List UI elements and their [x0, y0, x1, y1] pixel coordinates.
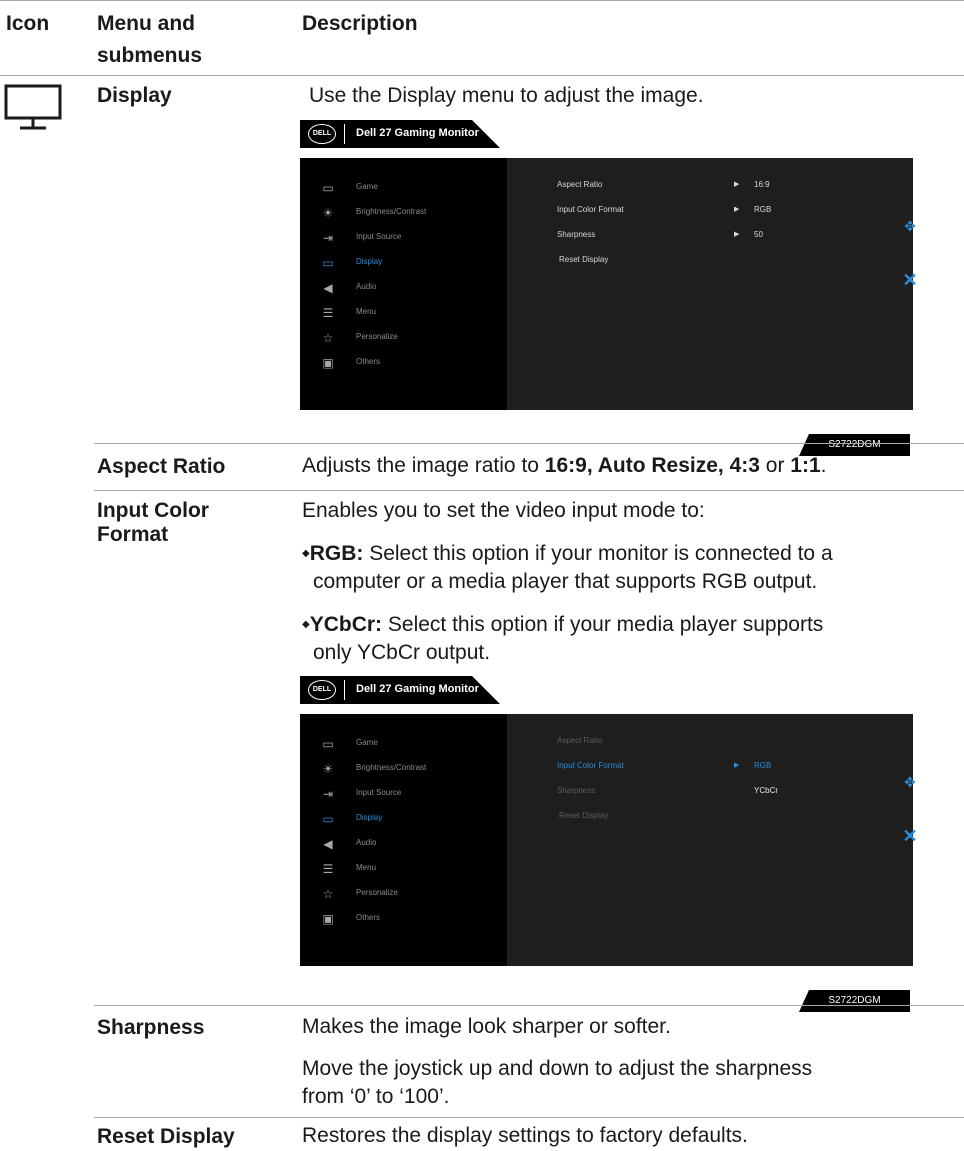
- input-source-icon: ⇥: [322, 787, 334, 801]
- header-description: Description: [302, 12, 418, 35]
- icf-bullet-rgb-cont: computer or a media player that supports…: [313, 570, 818, 593]
- osd-title: Dell 27 Gaming Monitor: [356, 683, 479, 695]
- osd-nav-brightness: ☀ Brightness/Contrast: [300, 205, 500, 223]
- osd-nav-game: ▭ Game: [300, 736, 500, 754]
- dell-logo: DELL: [308, 680, 336, 700]
- display-icon: ▭: [322, 812, 334, 826]
- osd-screenshot-display: DELL Dell 27 Gaming Monitor ▭ Game ☀ Brigh…: [300, 120, 921, 456]
- header-menu-line1: Menu and: [97, 12, 195, 35]
- osd-option-sharpness: Sharpness YCbCr: [557, 786, 779, 795]
- audio-icon: ◀: [323, 281, 333, 295]
- input-source-icon: ⇥: [322, 231, 334, 245]
- menu-input-color-line1: Input Color: [97, 499, 209, 522]
- display-intro: Use the Display menu to adjust the image…: [309, 84, 704, 107]
- osd-nav-audio: ◀ Audio: [300, 836, 500, 854]
- osd-nav-game: ▭ Game: [300, 180, 500, 198]
- dell-logo: DELL: [308, 124, 336, 144]
- header-icon: Icon: [6, 12, 50, 35]
- joystick-icon: ✥: [904, 774, 916, 790]
- osd-option-reset-display: Reset Display: [559, 255, 609, 264]
- bullet-icon: ◆: [302, 619, 310, 630]
- osd-nav-others: ▣ Others: [300, 911, 500, 929]
- osd-screenshot-input-color: DELL Dell 27 Gaming Monitor ▭ Game ☀ Brigh…: [300, 676, 921, 1012]
- others-icon: ▣: [322, 912, 334, 926]
- display-icon: ▭: [322, 256, 334, 270]
- star-icon: ☆: [322, 331, 334, 345]
- row-rule-4: [94, 1117, 964, 1118]
- osd-nav-personalize: ☆ Personalize: [300, 330, 500, 348]
- osd-banner: DELL Dell 27 Gaming Monitor: [300, 120, 500, 148]
- header-menu-line2: submenus: [97, 44, 203, 67]
- osd-option-sharpness: Sharpness ▶ 50: [557, 230, 763, 239]
- osd-side-buttons: ✥ ✕: [896, 714, 921, 966]
- top-rule: [0, 0, 964, 1]
- others-icon: ▣: [322, 356, 334, 370]
- brightness-icon: ☀: [322, 762, 334, 776]
- arrow-right-icon: ▶: [734, 206, 740, 213]
- osd-options: Aspect Ratio ▶ 16:9 Input Color Format ▶ RGB…: [507, 158, 913, 410]
- osd-options: Aspect Ratio Input Color Format ▶ RGB Shar…: [507, 714, 913, 966]
- menu-icon: ☰: [322, 306, 334, 320]
- menu-sharpness: Sharpness: [97, 1016, 205, 1039]
- audio-icon: ◀: [323, 837, 333, 851]
- game-icon: ▭: [322, 737, 334, 751]
- banner-separator: [344, 124, 345, 144]
- banner-separator: [344, 680, 345, 700]
- osd-option-input-color-format: Input Color Format ▶ RGB: [557, 761, 772, 770]
- sharpness-desc-2a: Move the joystick up and down to adjust …: [302, 1057, 813, 1080]
- osd-option-input-color-format: Input Color Format ▶ RGB: [557, 205, 772, 214]
- osd-banner: DELL Dell 27 Gaming Monitor: [300, 676, 500, 704]
- header-rule: [0, 75, 964, 76]
- menu-input-color-line2: Format: [97, 523, 169, 546]
- icf-bullet-ycbcr-cont: only YCbCr output.: [313, 641, 491, 664]
- menu-display: Display: [97, 84, 172, 107]
- osd-panel: ▭ Game ☀ Brightness/Contrast ⇥ Input Source…: [300, 714, 918, 966]
- model-label: S2722DGM: [799, 990, 910, 1012]
- menu-icon: ☰: [322, 862, 334, 876]
- osd-side-buttons: ✥ ✕: [896, 158, 921, 410]
- osd-title: Dell 27 Gaming Monitor: [356, 127, 479, 139]
- reset-display-desc: Restores the display settings to factory…: [302, 1124, 748, 1147]
- osd-nav-brightness: ☀ Brightness/Contrast: [300, 761, 500, 779]
- joystick-icon: ✥: [904, 218, 916, 234]
- close-icon: ✕: [902, 826, 918, 846]
- osd-nav: ▭ Game ☀ Brightness/Contrast ⇥ Input Source…: [300, 158, 507, 410]
- arrow-right-icon: ▶: [734, 181, 740, 188]
- osd-nav-display: ▭ Display: [300, 255, 500, 273]
- menu-aspect-ratio: Aspect Ratio: [97, 455, 226, 478]
- osd-nav-input-source: ⇥ Input Source: [300, 230, 500, 248]
- star-icon: ☆: [322, 887, 334, 901]
- aspect-ratio-desc: Adjusts the image ratio to 16:9, Auto Re…: [302, 454, 827, 477]
- arrow-right-icon: ▶: [734, 762, 740, 769]
- osd-option-reset-display: Reset Display: [559, 811, 609, 820]
- osd-panel: ▭ Game ☀ Brightness/Contrast ⇥ Input Source…: [300, 158, 918, 410]
- menu-reset-display: Reset Display: [97, 1125, 235, 1148]
- close-icon: ✕: [902, 270, 918, 290]
- osd-nav-personalize: ☆ Personalize: [300, 886, 500, 904]
- osd-nav-input-source: ⇥ Input Source: [300, 786, 500, 804]
- row-rule-1: [94, 443, 964, 444]
- osd-option-aspect-ratio: Aspect Ratio ▶ 16:9: [557, 180, 770, 189]
- osd-nav-display: ▭ Display: [300, 811, 500, 829]
- row-rule-3: [94, 1005, 964, 1006]
- bullet-icon: ◆: [302, 548, 310, 559]
- osd-nav-others: ▣ Others: [300, 355, 500, 373]
- osd-nav-menu: ☰ Menu: [300, 305, 500, 323]
- osd-nav: ▭ Game ☀ Brightness/Contrast ⇥ Input Source…: [300, 714, 507, 966]
- osd-nav-menu: ☰ Menu: [300, 861, 500, 879]
- osd-option-aspect-ratio: Aspect Ratio: [557, 736, 603, 745]
- monitor-icon: [4, 84, 64, 134]
- icf-intro: Enables you to set the video input mode …: [302, 499, 705, 522]
- game-icon: ▭: [322, 181, 334, 195]
- osd-nav-audio: ◀ Audio: [300, 280, 500, 298]
- row-rule-2: [94, 490, 964, 491]
- brightness-icon: ☀: [322, 206, 334, 220]
- sharpness-desc-1: Makes the image look sharper or softer.: [302, 1015, 671, 1038]
- sharpness-desc-2b: from ‘0’ to ‘100’.: [302, 1085, 450, 1108]
- arrow-right-icon: ▶: [734, 231, 740, 238]
